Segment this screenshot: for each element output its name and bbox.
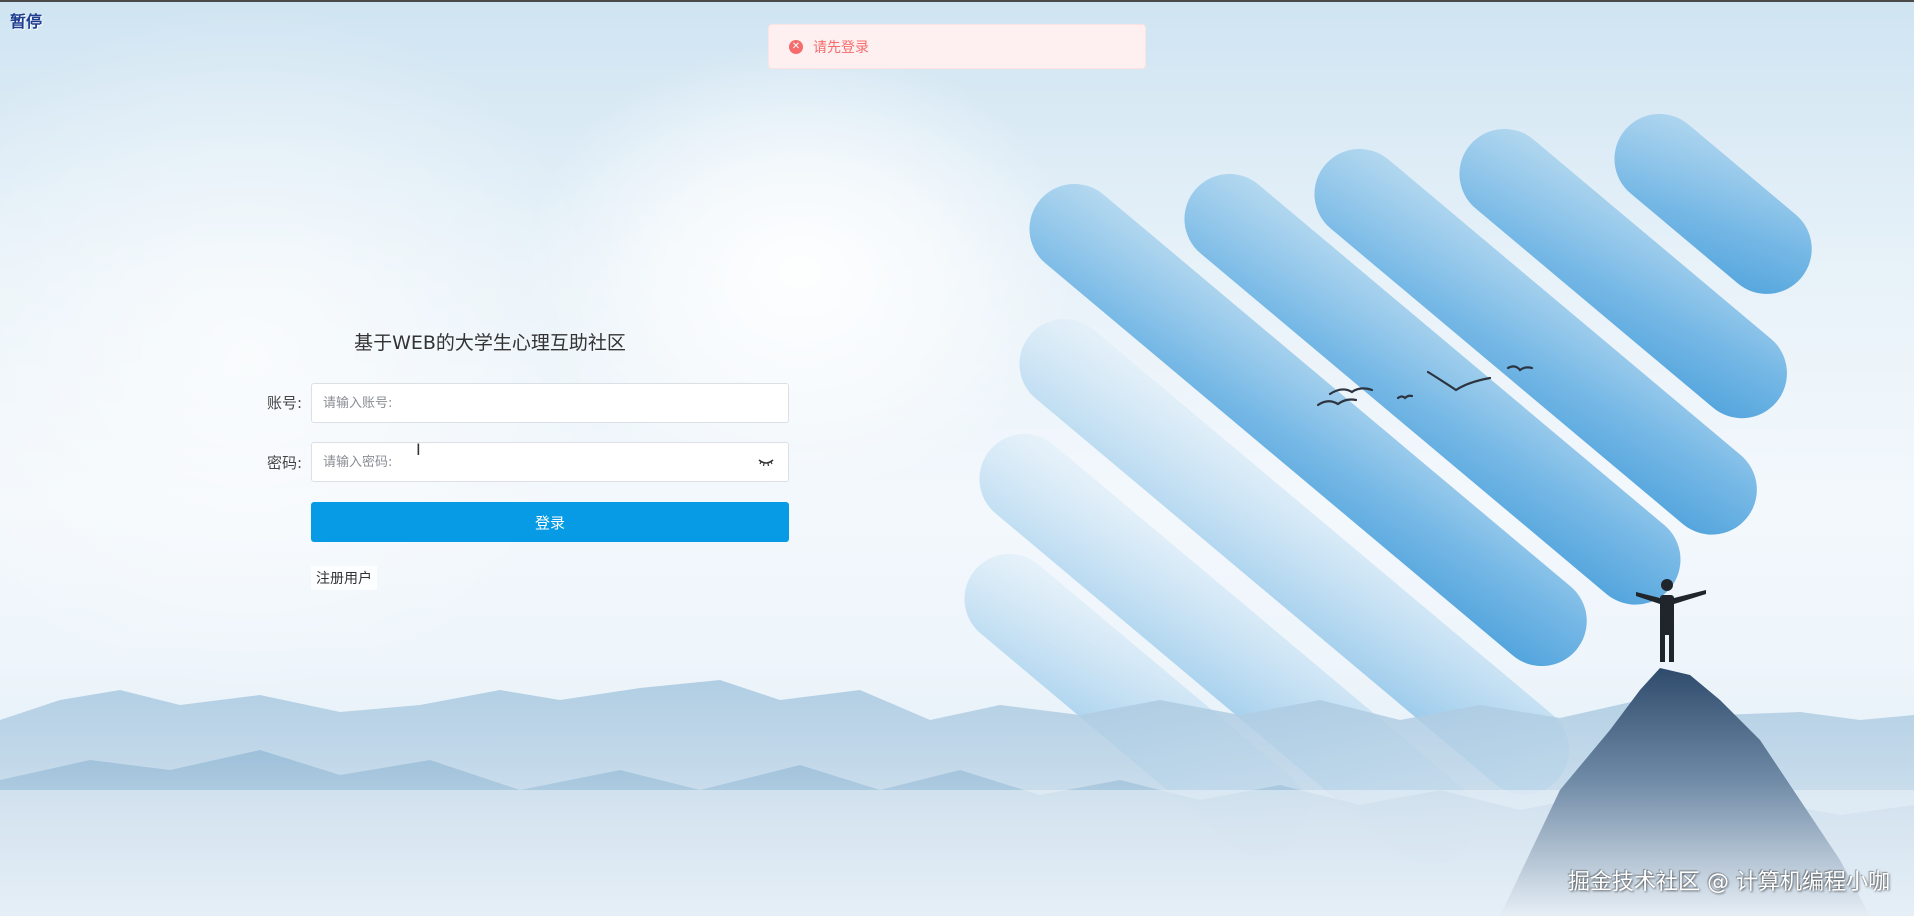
account-label: 账号: bbox=[266, 394, 302, 412]
watermark: 掘金技术社区 @ 计算机编程小咖 bbox=[1568, 870, 1890, 895]
pause-label[interactable]: 暂停 bbox=[10, 8, 42, 32]
register-link[interactable]: 注册用户 bbox=[311, 566, 377, 590]
text-cursor-icon: I bbox=[416, 440, 421, 459]
account-field bbox=[311, 383, 789, 423]
password-label: 密码: bbox=[266, 454, 302, 472]
account-input[interactable] bbox=[312, 384, 743, 422]
password-input[interactable] bbox=[312, 443, 743, 481]
password-field bbox=[311, 442, 789, 482]
eye-closed-icon[interactable] bbox=[758, 456, 774, 468]
login-button[interactable]: 登录 bbox=[311, 502, 789, 542]
page-title: 基于WEB的大学生心理互助社区 bbox=[354, 332, 626, 354]
error-toast: ✕ 请先登录 bbox=[768, 24, 1146, 69]
login-page: 暂停 ✕ 请先登录 基于WEB的大学生心理互助社区 账号: 密码: I 登录 注… bbox=[0, 0, 1914, 916]
toast-message: 请先登录 bbox=[813, 39, 869, 56]
close-circle-icon: ✕ bbox=[789, 39, 803, 54]
